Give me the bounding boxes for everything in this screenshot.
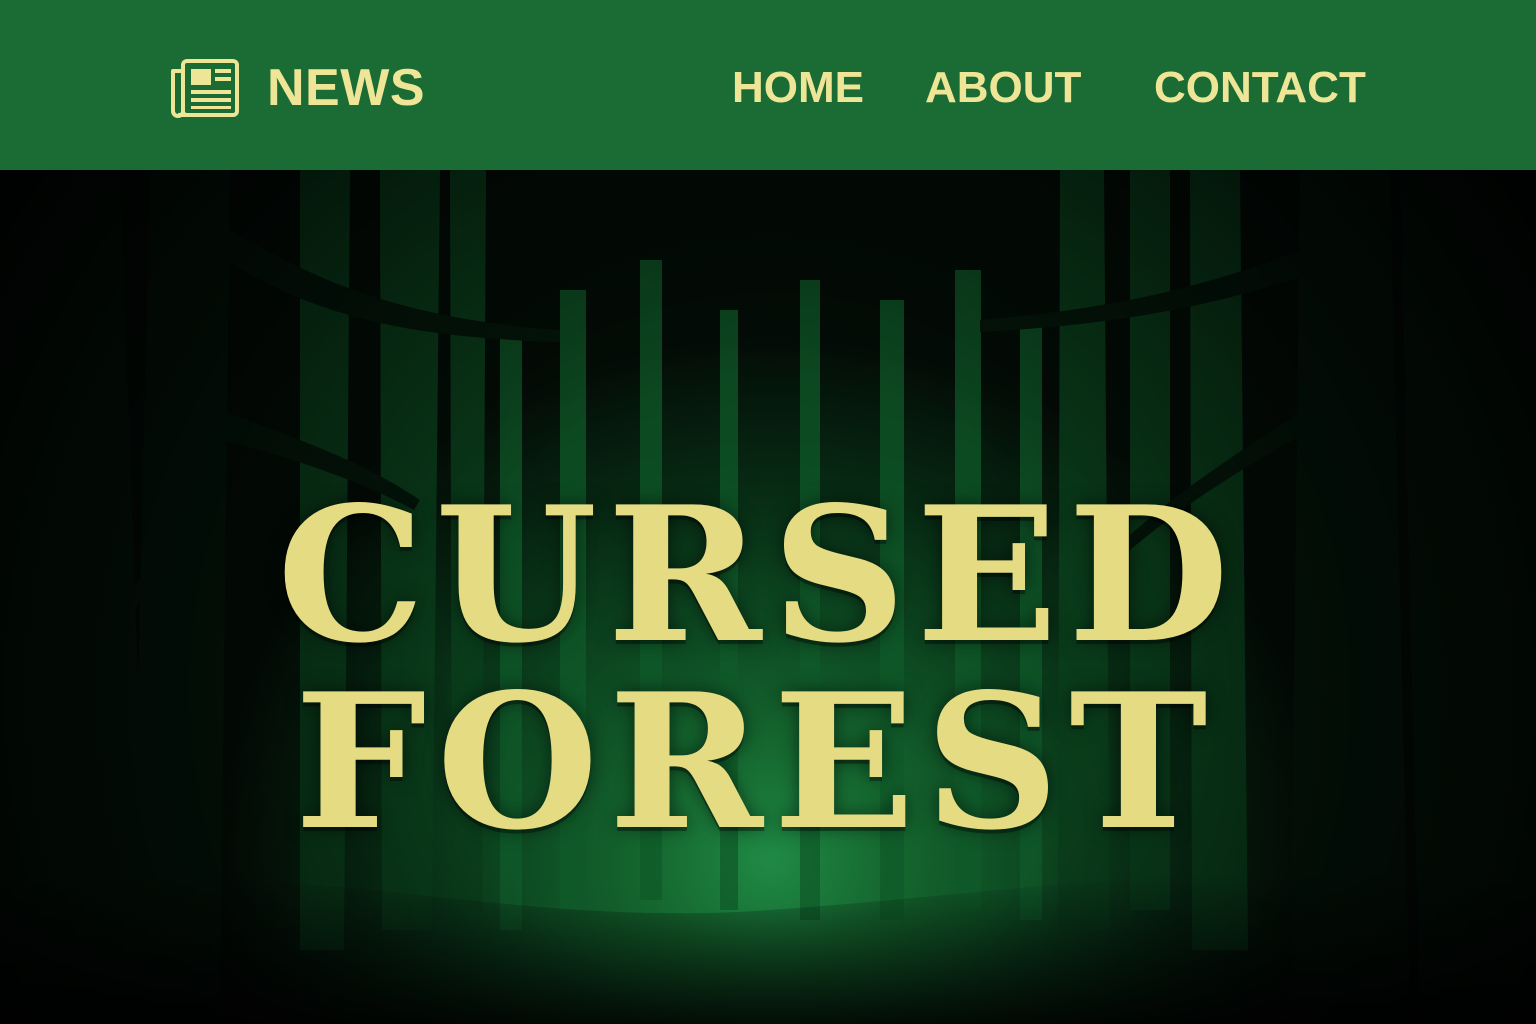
newspaper-icon [169, 57, 241, 119]
nav-home-link[interactable]: HOME [732, 60, 864, 116]
brand-label: NEWS [267, 59, 425, 117]
hero-banner: CURSED FOREST [0, 170, 1536, 1024]
nav-about-link[interactable]: ABOUT [925, 60, 1081, 116]
page: NEWS HOME ABOUT CONTACT CURSED FOREST [0, 0, 1536, 1024]
nav-contact-link[interactable]: CONTACT [1154, 60, 1366, 116]
hero-title-line2: FOREST [294, 651, 1218, 871]
brand-link[interactable]: NEWS [169, 56, 425, 120]
header-bar: NEWS HOME ABOUT CONTACT [0, 0, 1536, 170]
hero-title-line1: CURSED [276, 464, 1240, 684]
